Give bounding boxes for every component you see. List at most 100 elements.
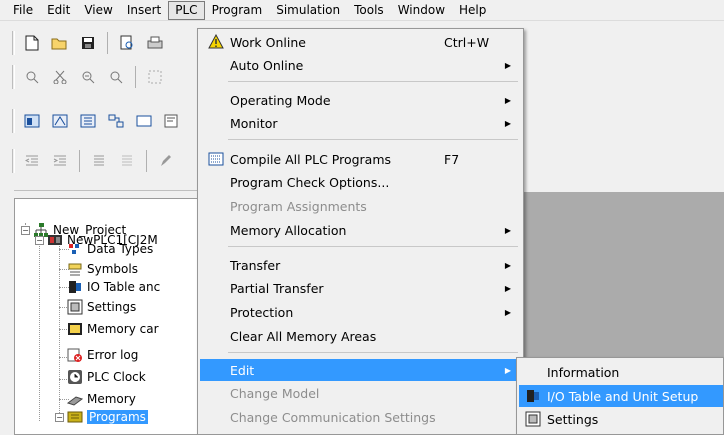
menu-item-label: I/O Table and Unit Setup — [547, 388, 699, 404]
decrease-indent-icon[interactable] — [21, 150, 43, 172]
menu-tools[interactable]: Tools — [347, 1, 391, 20]
settings-icon — [525, 411, 541, 427]
menu-item-label: Work Online — [230, 34, 306, 50]
menu-item-label: Operating Mode — [230, 92, 331, 108]
submenu-item-information[interactable]: Information — [519, 361, 723, 383]
menu-separator — [228, 246, 518, 247]
menu-program[interactable]: Program — [205, 1, 270, 20]
menu-item-memory-allocation[interactable]: Memory Allocation ▶ — [200, 219, 521, 241]
menu-item-label: Program Assignments — [230, 198, 367, 214]
menu-item-label: Partial Transfer — [230, 280, 324, 296]
address-reference-icon[interactable] — [133, 110, 155, 132]
cut-icon[interactable] — [49, 66, 71, 88]
mnemonic-icon[interactable] — [49, 110, 71, 132]
zoom-in-icon[interactable] — [77, 66, 99, 88]
toolbar-edit — [12, 60, 166, 94]
zoom-out-icon[interactable] — [105, 66, 127, 88]
plc-icon — [47, 232, 63, 248]
toolbar-grip[interactable] — [12, 149, 15, 173]
menu-item-label: Settings — [547, 411, 599, 427]
data-types-icon — [67, 241, 83, 257]
submenu-item-io-table-unit-setup[interactable]: I/O Table and Unit Setup — [519, 385, 723, 407]
menu-item-monitor[interactable]: Monitor ▶ — [200, 112, 521, 134]
print-preview-icon[interactable] — [116, 32, 138, 54]
menu-item-change-model[interactable]: Change Model — [200, 382, 521, 404]
submenu-arrow-icon: ▶ — [504, 60, 511, 70]
tree-node-label: Settings — [87, 300, 137, 314]
tree-node-io-table[interactable]: IO Table anc — [67, 278, 160, 296]
menu-item-label: Transfer — [230, 257, 281, 273]
menu-item-partial-transfer[interactable]: Partial Transfer ▶ — [200, 277, 521, 299]
menu-file[interactable]: File — [6, 1, 40, 20]
menu-item-change-communication-settings[interactable]: Change Communication Settings — [200, 406, 521, 428]
tree-node-memory[interactable]: Memory — [67, 390, 136, 408]
print-icon[interactable] — [144, 32, 166, 54]
menu-item-label: Edit — [230, 362, 255, 378]
menu-item-compile-all[interactable]: Compile All PLC Programs F7 — [200, 148, 521, 170]
tree-node-label: Memory car — [87, 322, 159, 336]
menu-simulation[interactable]: Simulation — [269, 1, 347, 20]
menu-item-label: Information — [547, 364, 620, 380]
menu-item-auto-online[interactable]: Auto Online ▶ — [200, 54, 521, 76]
tree-node-memory-card[interactable]: Memory car — [67, 320, 159, 338]
tree-node-label: Memory — [87, 392, 136, 406]
menu-item-work-online[interactable]: Work Online Ctrl+W — [200, 31, 521, 53]
submenu-item-settings[interactable]: Settings — [519, 408, 723, 430]
submenu-arrow-icon: ▶ — [504, 225, 511, 235]
menu-item-program-check-options[interactable]: Program Check Options... — [200, 171, 521, 193]
menu-item-label: Program Check Options... — [230, 174, 390, 190]
tree-node-plc-clock[interactable]: PLC Clock — [67, 368, 146, 386]
tree-node-label: Symbols — [87, 262, 138, 276]
toolbar-grip[interactable] — [12, 65, 15, 89]
cross-reference-icon[interactable] — [105, 110, 127, 132]
menu-item-transfer[interactable]: Transfer ▶ — [200, 254, 521, 276]
submenu-arrow-icon: ▶ — [504, 260, 511, 270]
increase-indent-icon[interactable] — [49, 150, 71, 172]
pencil-icon[interactable] — [155, 150, 177, 172]
save-icon[interactable] — [77, 32, 99, 54]
tree-node-programs[interactable]: Programs — [67, 408, 148, 426]
watch-window-icon[interactable] — [77, 110, 99, 132]
toolbar-standard — [12, 26, 166, 60]
uncomment-icon[interactable] — [116, 150, 138, 172]
memory-icon — [67, 391, 83, 407]
submenu-arrow-icon: ▶ — [504, 95, 511, 105]
zoom-icon[interactable] — [21, 66, 43, 88]
tree-node-label: Error log — [87, 348, 139, 362]
toolbar-ladder — [12, 104, 183, 138]
menu-view[interactable]: View — [77, 1, 119, 20]
open-folder-icon[interactable] — [49, 32, 71, 54]
new-file-icon[interactable] — [21, 32, 43, 54]
toolbar-grip[interactable] — [12, 109, 15, 133]
menu-edit[interactable]: Edit — [40, 1, 77, 20]
memory-card-icon — [67, 321, 83, 337]
comment-icon[interactable] — [88, 150, 110, 172]
menu-plc[interactable]: PLC — [168, 0, 205, 20]
plc-menu-dropdown: Work Online Ctrl+W Auto Online ▶ Operati… — [197, 28, 524, 435]
menu-insert[interactable]: Insert — [120, 1, 168, 20]
tree-node-symbols[interactable]: Symbols — [67, 260, 138, 278]
menu-item-program-assignments[interactable]: Program Assignments — [200, 195, 521, 217]
toolbar-grip[interactable] — [12, 31, 15, 55]
edit-submenu: Information I/O Table and Unit Setup Set… — [516, 357, 724, 435]
menu-item-operating-mode[interactable]: Operating Mode ▶ — [200, 89, 521, 111]
menu-item-protection[interactable]: Protection ▶ — [200, 301, 521, 323]
warning-icon — [207, 33, 225, 51]
menu-item-edit[interactable]: Edit ▶ — [200, 359, 521, 381]
compile-icon — [207, 150, 225, 168]
tree-node-error-log[interactable]: Error log — [67, 346, 138, 364]
collapse-toggle[interactable]: − — [55, 413, 64, 422]
menu-help[interactable]: Help — [452, 1, 493, 20]
collapse-toggle[interactable]: − — [21, 226, 30, 235]
io-table-icon — [67, 279, 83, 295]
submenu-arrow-icon: ▶ — [504, 283, 511, 293]
properties-icon[interactable] — [161, 110, 183, 132]
grid-icon[interactable] — [144, 66, 166, 88]
menu-window[interactable]: Window — [391, 1, 452, 20]
collapse-toggle[interactable]: − — [35, 236, 44, 245]
tree-node-settings[interactable]: Settings — [67, 298, 136, 316]
tree-node-label: IO Table anc — [87, 280, 161, 294]
ladder-window-icon[interactable] — [21, 110, 43, 132]
menu-item-clear-all-memory[interactable]: Clear All Memory Areas — [200, 325, 521, 347]
tree-node-data-types[interactable]: Data Types — [67, 240, 153, 258]
